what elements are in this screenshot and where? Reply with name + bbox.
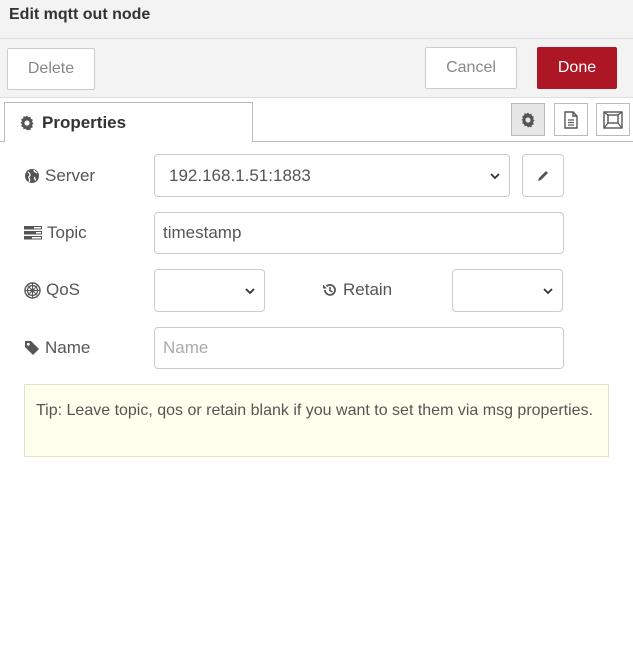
edit-server-button[interactable] bbox=[522, 154, 564, 197]
server-value: 192.168.1.51:1883 bbox=[169, 165, 311, 185]
chevron-down-icon bbox=[490, 173, 500, 180]
tab-properties-label: Properties bbox=[42, 112, 127, 132]
topic-input[interactable]: timestamp bbox=[154, 212, 564, 254]
qos-select[interactable] bbox=[154, 269, 265, 312]
topic-label: Topic bbox=[24, 211, 87, 255]
tab-settings[interactable] bbox=[511, 103, 545, 136]
delete-button[interactable]: Delete bbox=[7, 48, 95, 90]
topic-value: timestamp bbox=[163, 223, 242, 242]
globe-icon bbox=[25, 169, 39, 183]
tabs-bar: Properties bbox=[0, 98, 633, 143]
tab-description[interactable] bbox=[554, 103, 588, 136]
qos-label: QoS bbox=[24, 268, 80, 312]
dialog-button-bar: Delete Cancel Done bbox=[0, 39, 633, 98]
gear-icon bbox=[20, 115, 34, 130]
topic-row: Topic timestamp bbox=[0, 211, 633, 255]
server-row: Server 192.168.1.51:1883 bbox=[0, 154, 633, 198]
gear-icon bbox=[521, 112, 535, 127]
name-label: Name bbox=[24, 326, 90, 370]
pencil-icon bbox=[538, 170, 548, 181]
name-placeholder: Name bbox=[163, 338, 209, 357]
appearance-icon bbox=[603, 110, 623, 129]
tab-properties[interactable]: Properties bbox=[4, 102, 253, 143]
history-icon bbox=[323, 284, 336, 296]
retain-select[interactable] bbox=[452, 269, 563, 312]
chevron-down-icon bbox=[543, 288, 553, 295]
dialog-title: Edit mqtt out node bbox=[9, 6, 151, 23]
tip-box: Tip: Leave topic, qos or retain blank if… bbox=[24, 384, 609, 457]
cancel-button[interactable]: Cancel bbox=[425, 47, 517, 89]
name-row: Name Name bbox=[0, 326, 633, 370]
qos-retain-row: QoS Retain bbox=[0, 268, 633, 312]
tasks-icon bbox=[24, 226, 42, 240]
done-button[interactable]: Done bbox=[537, 47, 617, 89]
retain-label: Retain bbox=[322, 268, 392, 312]
tag-icon bbox=[25, 341, 39, 355]
chevron-down-icon bbox=[245, 288, 255, 295]
server-label: Server bbox=[24, 154, 95, 198]
name-input[interactable]: Name bbox=[154, 327, 564, 369]
document-icon bbox=[564, 110, 578, 129]
server-select[interactable]: 192.168.1.51:1883 bbox=[154, 154, 510, 197]
empire-icon bbox=[24, 281, 41, 299]
tab-appearance[interactable] bbox=[596, 103, 630, 136]
dialog-header: Edit mqtt out node bbox=[0, 0, 633, 39]
